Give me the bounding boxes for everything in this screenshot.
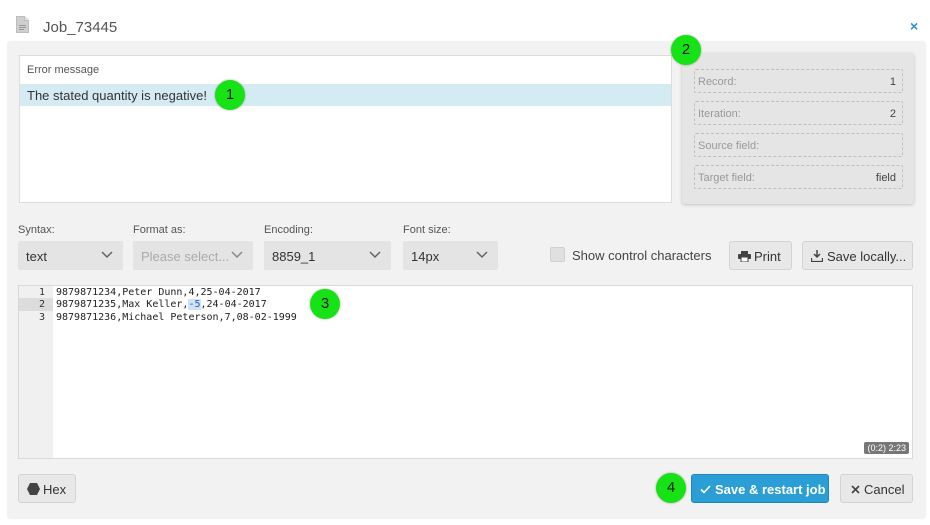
code-text: 9879871234,Peter Dunn,4,25-04-2017 (56, 287, 261, 298)
code-line[interactable]: 9879871235,Max Keller,-5,24-04-2017 (56, 298, 267, 311)
window-title: Job_73445 (43, 19, 118, 36)
annotation-badge-3: 3 (310, 289, 340, 319)
encoding-select[interactable]: 8859_1 (264, 241, 391, 270)
record-value: 1 (889, 76, 896, 88)
line-number: 2 (38, 299, 45, 310)
syntax-label: Syntax: (18, 224, 55, 236)
save-locally-button[interactable]: Save locally... (802, 241, 913, 270)
annotation-badge-4: 4 (656, 473, 686, 503)
target-field-label: Target field: (698, 172, 755, 184)
document-icon (16, 16, 29, 33)
error-message-header: Error message (27, 64, 100, 76)
error-message-row[interactable]: The stated quantity is negative! (20, 84, 671, 106)
close-icon[interactable]: × (910, 18, 918, 34)
font-size-select[interactable]: 14px (403, 241, 498, 270)
format-as-select[interactable]: Please select... (133, 241, 253, 270)
cancel-button[interactable]: Cancel (840, 474, 913, 503)
show-control-chars-label[interactable]: Show control characters (572, 248, 711, 263)
iteration-field: Iteration: 2 (694, 101, 903, 125)
printer-icon (738, 251, 751, 262)
checkmark-icon (700, 485, 711, 494)
encoding-select-value: 8859_1 (272, 249, 316, 264)
show-control-chars-checkbox[interactable] (550, 247, 565, 262)
code-line[interactable]: 9879871236,Michael Peterson,7,08-02-1999 (56, 311, 297, 324)
code-editor[interactable]: 1 2 3 9879871234,Peter Dunn,4,25-04-2017… (18, 285, 913, 459)
cancel-label: Cancel (864, 482, 905, 497)
line-number-gutter: 1 2 3 (19, 286, 53, 458)
record-info-panel: Record: 1 Iteration: 2 Source field: Tar… (682, 53, 914, 204)
syntax-select-value: text (26, 249, 47, 264)
x-icon (851, 485, 860, 494)
hex-label: Hex (43, 482, 67, 497)
error-message-text: The stated quantity is negative! (27, 88, 207, 103)
save-locally-label: Save locally... (827, 249, 907, 264)
save-restart-job-label: Save & restart job (715, 482, 826, 497)
syntax-select[interactable]: text (18, 241, 123, 270)
hex-button[interactable]: Hex (18, 474, 76, 503)
code-text: ,24-04-2017 (200, 299, 267, 310)
source-field-label: Source field: (698, 140, 760, 152)
chevron-down-icon (101, 251, 113, 259)
target-field-value: field (875, 172, 896, 184)
download-icon (811, 250, 823, 262)
source-field: Source field: (694, 133, 903, 157)
cursor-position-indicator: (0:2) 2:23 (864, 442, 909, 454)
font-size-select-value: 14px (411, 249, 440, 264)
selected-text: -5 (188, 299, 201, 310)
hexagon-icon (27, 483, 40, 495)
record-field: Record: 1 (694, 69, 903, 93)
encoding-label: Encoding: (264, 224, 313, 236)
print-label: Print (754, 249, 781, 264)
print-button[interactable]: Print (729, 241, 792, 270)
target-field: Target field: field (694, 165, 903, 189)
chevron-down-icon (231, 251, 243, 259)
chevron-down-icon (476, 251, 488, 259)
line-number: 3 (38, 312, 45, 323)
format-as-placeholder: Please select... (141, 249, 230, 264)
chevron-down-icon (369, 251, 381, 259)
iteration-label: Iteration: (698, 108, 741, 120)
title-bar: Job_73445 × (0, 0, 930, 42)
annotation-badge-1: 1 (215, 80, 245, 110)
record-label: Record: (698, 76, 737, 88)
format-as-label: Format as: (133, 224, 186, 236)
save-restart-job-button[interactable]: Save & restart job (691, 474, 829, 503)
code-text: 9879871235,Max Keller, (56, 299, 189, 310)
code-text: 9879871236,Michael Peterson,7,08-02-1999 (56, 312, 297, 323)
iteration-value: 2 (889, 108, 896, 120)
error-message-panel: Error message The stated quantity is neg… (19, 55, 672, 203)
annotation-badge-2: 2 (671, 35, 701, 65)
font-size-label: Font size: (403, 224, 451, 236)
